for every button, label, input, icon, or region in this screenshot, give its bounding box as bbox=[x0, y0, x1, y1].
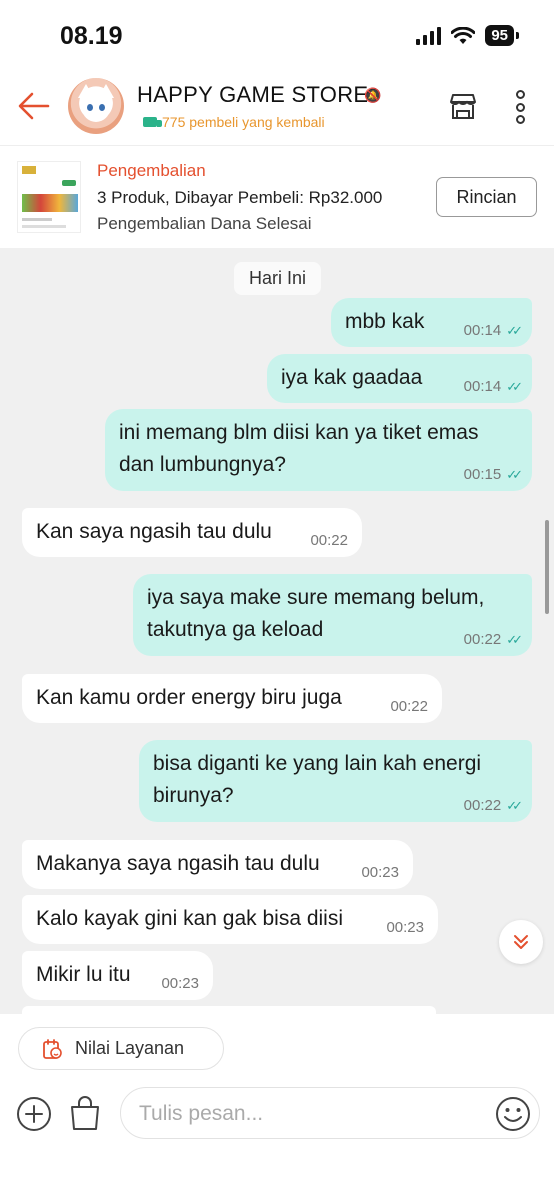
bag-icon[interactable] bbox=[68, 1094, 102, 1132]
message-outgoing[interactable]: mbb kak 00:14 ✓✓ bbox=[331, 298, 532, 347]
message-outgoing[interactable]: iya saya make sure memang belum, takutny… bbox=[133, 574, 532, 656]
status-time: 08.19 bbox=[60, 22, 123, 50]
chat-header: HAPPY GAME STORE 🔕 775 pembeli yang kemb… bbox=[0, 70, 554, 146]
truck-icon bbox=[143, 117, 162, 127]
details-button[interactable]: Rincian bbox=[436, 177, 537, 217]
rate-service-button[interactable]: Nilai Layanan bbox=[18, 1027, 224, 1070]
message-outgoing[interactable]: iya kak gaadaa 00:14 ✓✓ bbox=[267, 354, 532, 403]
returning-buyers-label: 775 pembeli yang kembali bbox=[162, 114, 325, 130]
more-vertical-icon[interactable] bbox=[510, 90, 530, 124]
returning-buyers: 775 pembeli yang kembali bbox=[143, 114, 325, 130]
rating-icon bbox=[43, 1038, 62, 1059]
order-detail: 3 Produk, Dibayar Pembeli: Rp32.000 bbox=[97, 188, 383, 207]
message-incoming[interactable]: Kalo kayak gini kan gak bisa diisi 00:23 bbox=[22, 895, 438, 944]
wifi-icon bbox=[451, 26, 476, 44]
back-arrow-icon[interactable] bbox=[16, 88, 52, 124]
double-check-icon: ✓✓ bbox=[506, 632, 523, 647]
double-check-icon: ✓✓ bbox=[506, 323, 523, 338]
composer: Nilai Layanan bbox=[0, 1014, 554, 1199]
message-incoming[interactable]: Mikir lu itu 00:23 bbox=[22, 951, 213, 1000]
rate-service-label: Nilai Layanan bbox=[75, 1038, 185, 1058]
store-name[interactable]: HAPPY GAME STORE bbox=[137, 82, 368, 108]
message-outgoing[interactable]: ini memang blm diisi kan ya tiket emas d… bbox=[105, 409, 532, 491]
shop-icon[interactable] bbox=[447, 90, 479, 122]
mute-bell-icon: 🔕 bbox=[364, 87, 382, 103]
message-outgoing[interactable]: bisa diganti ke yang lain kah energi bir… bbox=[139, 740, 532, 822]
battery-indicator: 95 bbox=[485, 25, 519, 46]
double-check-icon: ✓✓ bbox=[506, 379, 523, 394]
date-separator: Hari Ini bbox=[234, 262, 321, 295]
product-thumbnail bbox=[17, 161, 81, 233]
status-icons: 95 bbox=[416, 25, 519, 46]
order-refund-status: Pengembalian Dana Selesai bbox=[97, 214, 312, 233]
message-incoming[interactable]: Kan kamu order energy biru juga 00:22 bbox=[22, 674, 442, 723]
message-incoming[interactable]: Makanya saya ngasih tau dulu 00:23 bbox=[22, 840, 413, 889]
order-status: Pengembalian bbox=[97, 161, 206, 180]
scroll-down-icon[interactable] bbox=[499, 920, 543, 964]
double-check-icon: ✓✓ bbox=[506, 798, 523, 813]
order-card[interactable]: Pengembalian 3 Produk, Dibayar Pembeli: … bbox=[0, 147, 554, 247]
message-incoming[interactable]: Kan saya ngasih tau dulu 00:22 bbox=[22, 508, 362, 557]
message-incoming-partial bbox=[22, 1006, 436, 1014]
message-input-box[interactable] bbox=[120, 1087, 540, 1139]
signal-icon bbox=[416, 26, 442, 45]
status-bar: 08.19 95 bbox=[0, 0, 554, 70]
scrollbar[interactable] bbox=[545, 520, 549, 614]
double-check-icon: ✓✓ bbox=[506, 467, 523, 482]
emoji-icon[interactable] bbox=[495, 1096, 531, 1132]
chat-area[interactable]: Hari Ini mbb kak 00:14 ✓✓ iya kak gaadaa … bbox=[0, 248, 554, 1014]
store-avatar[interactable] bbox=[68, 78, 124, 134]
message-input[interactable] bbox=[139, 1100, 479, 1128]
plus-icon[interactable] bbox=[16, 1096, 52, 1132]
